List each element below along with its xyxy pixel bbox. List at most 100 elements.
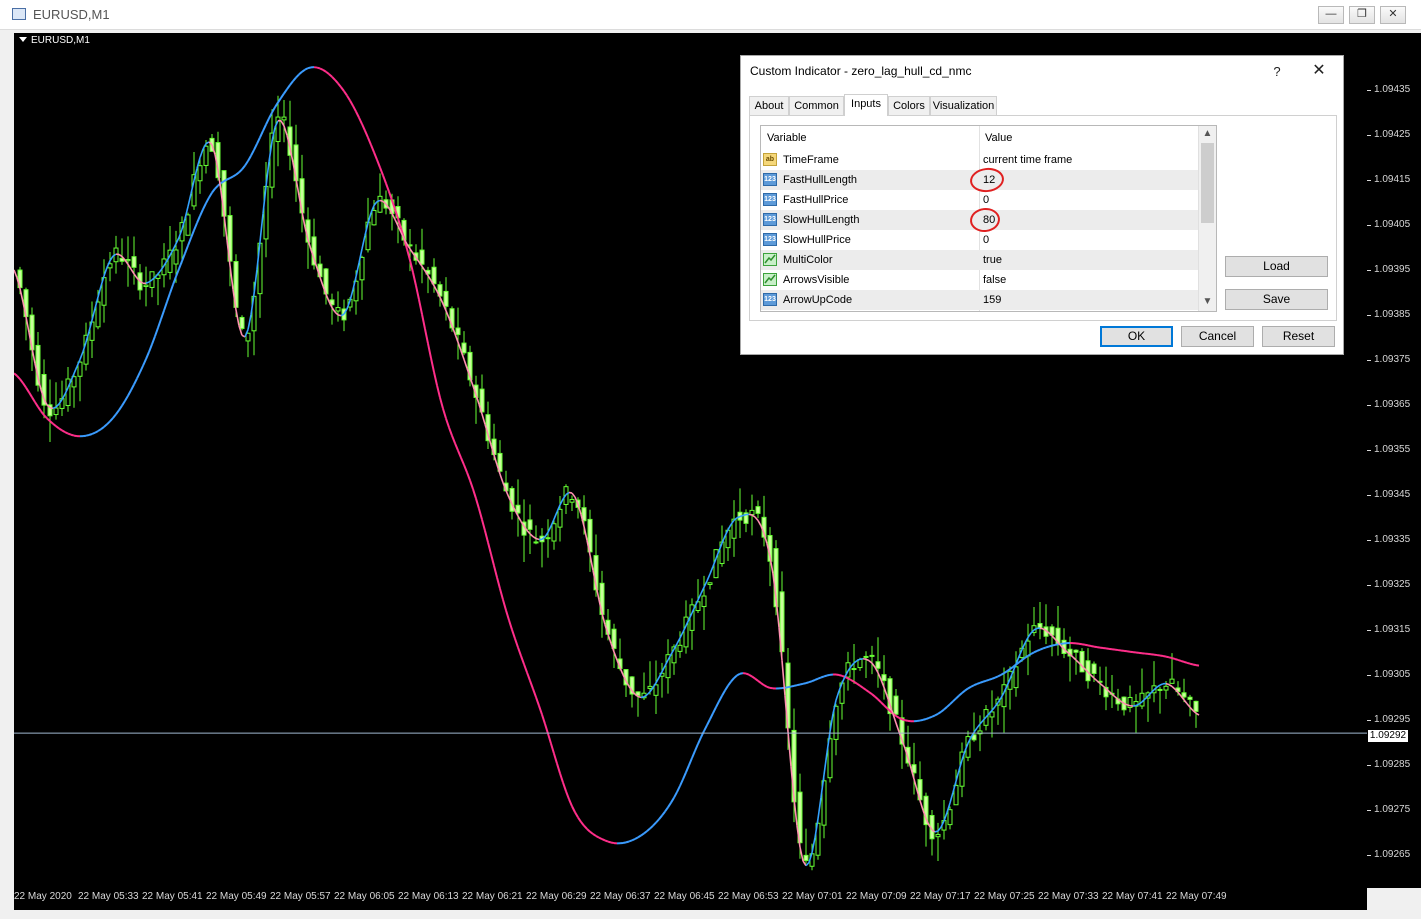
row-value[interactable]: current time frame <box>983 154 1072 166</box>
input-row-timeframe[interactable]: ab TimeFrame current time frame <box>761 150 1198 170</box>
minimize-button[interactable]: — <box>1318 6 1344 24</box>
dialog-close-button[interactable]: ✕ <box>1308 61 1330 83</box>
value-column-header[interactable]: Value <box>985 132 1012 144</box>
slow-hull-line-segment <box>295 73 300 79</box>
grid-header: Variable Value <box>761 126 1198 150</box>
slow-hull-line-segment <box>529 680 534 690</box>
row-value[interactable]: 0 <box>983 234 989 246</box>
slow-hull-line-segment <box>202 202 207 210</box>
slow-hull-line-segment <box>142 358 147 367</box>
slow-hull-line-segment <box>1033 650 1038 654</box>
fast-hull-line-segment <box>14 269 18 279</box>
close-window-button[interactable]: ✕ <box>1380 6 1406 24</box>
tab-inputs[interactable]: Inputs <box>844 94 888 116</box>
scrollbar-thumb[interactable] <box>1201 143 1214 223</box>
slow-hull-line-segment <box>199 208 204 217</box>
slow-hull-line-segment <box>922 718 927 721</box>
slow-hull-line-segment <box>790 684 795 688</box>
slow-hull-line-segment <box>718 695 723 702</box>
tab-visualization[interactable]: Visualization <box>930 96 997 115</box>
symbol-text: EURUSD,M1 <box>31 35 90 46</box>
slow-hull-line-segment <box>643 830 648 835</box>
cancel-button[interactable]: Cancel <box>1181 326 1254 347</box>
slow-hull-line-segment <box>109 417 114 422</box>
slow-hull-line-segment <box>328 73 333 78</box>
tab-about[interactable]: About <box>749 96 789 115</box>
slow-hull-line-segment <box>223 178 228 183</box>
time-tick-label: 22 May 07:49 <box>1166 891 1227 902</box>
slow-hull-line-segment <box>988 677 993 681</box>
candle-body <box>197 165 203 182</box>
slow-hull-line-segment <box>157 318 162 329</box>
variable-column-header[interactable]: Variable <box>767 132 807 144</box>
slow-hull-line-segment <box>1177 658 1182 662</box>
price-tick-mark <box>1367 854 1371 856</box>
slow-hull-line-segment <box>607 840 612 844</box>
fast-hull-line-segment <box>1159 683 1164 686</box>
slow-hull-line-segment <box>367 137 372 146</box>
time-tick-label: 22 May 06:21 <box>462 891 523 902</box>
input-row-fasthullprice[interactable]: 123 FastHullPrice 0 <box>761 190 1198 210</box>
chevron-down-icon[interactable] <box>19 37 27 42</box>
input-row-slowhullprice[interactable]: 123 SlowHullPrice 0 <box>761 230 1198 250</box>
price-tick-mark <box>1367 719 1371 721</box>
slow-hull-line-segment <box>1084 643 1089 647</box>
slow-hull-line-segment <box>34 401 39 408</box>
slow-hull-line-segment <box>967 685 972 690</box>
ok-button[interactable]: OK <box>1100 326 1173 347</box>
time-tick-label: 22 May 05:49 <box>206 891 267 902</box>
slow-hull-line-segment <box>163 301 168 311</box>
slow-hull-line-segment <box>739 672 744 675</box>
load-button[interactable]: Load <box>1225 256 1328 277</box>
restore-button[interactable]: ❐ <box>1349 6 1375 24</box>
slow-hull-line-segment <box>1030 651 1035 655</box>
row-value[interactable]: false <box>983 274 1006 286</box>
fast-hull-line-segment <box>736 515 741 519</box>
slow-hull-line-segment <box>1171 657 1176 660</box>
grid-scrollbar[interactable]: ▲ ▼ <box>1198 126 1216 311</box>
time-tick-label: 22 May 07:25 <box>974 891 1035 902</box>
slow-hull-line-segment <box>184 245 189 254</box>
chevron-up-icon[interactable]: ▲ <box>1199 126 1216 142</box>
time-scale[interactable]: 22 May 2020 22 May 05:33 22 May 05:41 22 Ma… <box>14 888 1367 910</box>
fast-hull-line-segment <box>379 199 384 203</box>
slow-hull-line-segment <box>541 714 546 725</box>
slow-hull-line-segment <box>595 835 600 839</box>
slow-hull-line-segment <box>565 790 570 800</box>
slow-hull-line-segment <box>961 689 966 694</box>
fast-hull-line-segment <box>709 566 714 575</box>
row-value[interactable]: 159 <box>983 294 1001 306</box>
slow-hull-line-segment <box>550 743 555 754</box>
row-value[interactable]: true <box>983 254 1002 266</box>
dialog-title: Custom Indicator - zero_lag_hull_cd_nmc <box>750 64 972 78</box>
integer-type-icon: 123 <box>763 193 777 206</box>
price-scale[interactable]: 1.09435 1.09425 1.09415 1.09405 1.09395 1.093… <box>1367 33 1421 888</box>
slow-hull-line-segment <box>376 159 381 168</box>
help-button[interactable]: ? <box>1266 61 1288 83</box>
slow-hull-line-segment <box>736 672 741 677</box>
slow-hull-line-segment <box>235 171 240 176</box>
slow-hull-line-segment <box>1045 645 1050 649</box>
slow-hull-line-segment <box>106 420 111 425</box>
input-row-arrowupcode[interactable]: 123 ArrowUpCode 159 <box>761 290 1198 310</box>
slow-hull-line-segment <box>580 821 585 827</box>
slow-hull-line-segment <box>1051 643 1056 647</box>
tab-common[interactable]: Common <box>789 96 844 115</box>
chevron-down-icon[interactable]: ▼ <box>1199 294 1216 310</box>
time-tick-label: 22 May 07:33 <box>1038 891 1099 902</box>
slow-hull-line-segment <box>754 677 759 682</box>
save-button[interactable]: Save <box>1225 289 1328 310</box>
candle-body <box>863 655 869 658</box>
slow-hull-line-segment <box>958 692 963 697</box>
slow-hull-line-segment <box>583 825 588 830</box>
tab-colors[interactable]: Colors <box>888 96 930 115</box>
row-value[interactable]: 0 <box>983 194 989 206</box>
candle-body <box>1181 692 1187 698</box>
fast-hull-line-segment <box>376 199 381 203</box>
slow-hull-line-segment <box>802 682 807 685</box>
slow-hull-line-segment <box>115 409 120 415</box>
reset-button[interactable]: Reset <box>1262 326 1335 347</box>
price-tick-mark <box>1367 494 1371 496</box>
input-row-arrowsvisible[interactable]: ArrowsVisible false <box>761 270 1198 290</box>
input-row-multicolor[interactable]: MultiColor true <box>761 250 1198 270</box>
